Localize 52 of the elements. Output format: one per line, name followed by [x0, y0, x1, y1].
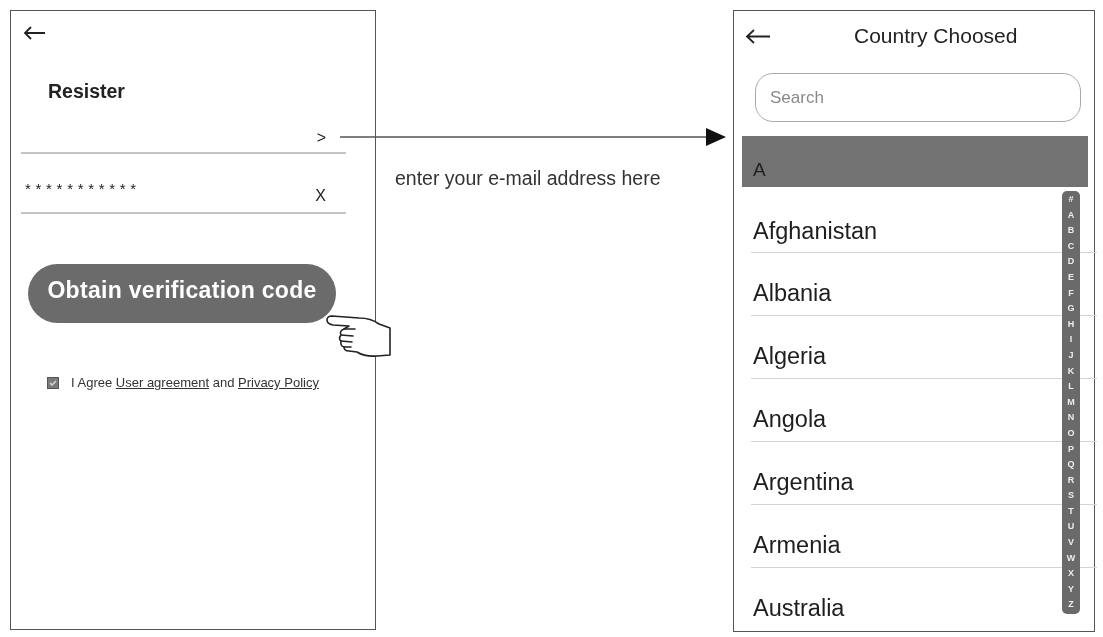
country-item[interactable]: Afghanistan: [753, 218, 878, 244]
index-letter[interactable]: Q: [1067, 457, 1075, 473]
search-field[interactable]: Search: [755, 73, 1081, 122]
screen-title: Country Choosed: [854, 23, 1018, 50]
index-letter[interactable]: G: [1067, 301, 1075, 317]
screen-title: Resister: [48, 80, 125, 103]
index-letter[interactable]: N: [1067, 410, 1075, 426]
agreement-text: I Agree User agreement and Privacy Policy: [71, 374, 319, 392]
index-letter[interactable]: H: [1067, 316, 1075, 333]
index-letter[interactable]: R: [1067, 472, 1075, 489]
country-item[interactable]: Albania: [753, 280, 832, 306]
alphabet-index-bar[interactable]: # A B C D E F G H I J K L M N O P Q R S T U V W X Y Z: [1062, 191, 1080, 614]
country-item[interactable]: Australia: [753, 595, 845, 621]
index-letter[interactable]: I: [1069, 332, 1073, 348]
section-header: A: [742, 136, 1088, 187]
index-letter[interactable]: K: [1067, 363, 1075, 380]
obtain-code-button[interactable]: Obtain verification code: [28, 264, 336, 323]
password-field[interactable]: *********** X: [21, 174, 346, 214]
email-field[interactable]: >: [21, 124, 346, 154]
index-letter[interactable]: #: [1068, 192, 1074, 208]
index-letter[interactable]: C: [1067, 238, 1075, 255]
index-letter[interactable]: E: [1068, 269, 1074, 286]
index-letter[interactable]: O: [1067, 425, 1075, 442]
index-letter[interactable]: S: [1068, 488, 1074, 504]
country-item[interactable]: Angola: [753, 406, 827, 432]
pointing-hand-icon: [325, 314, 391, 358]
country-item[interactable]: Argentina: [753, 469, 854, 495]
index-letter[interactable]: D: [1067, 254, 1075, 270]
index-letter[interactable]: F: [1068, 285, 1074, 302]
index-letter[interactable]: Z: [1068, 597, 1074, 614]
index-letter[interactable]: M: [1067, 394, 1075, 411]
country-item[interactable]: Armenia: [753, 532, 841, 558]
index-letter[interactable]: V: [1068, 535, 1074, 551]
index-letter[interactable]: T: [1068, 503, 1074, 520]
clear-button[interactable]: X: [315, 188, 326, 204]
index-letter[interactable]: U: [1067, 519, 1075, 536]
index-letter[interactable]: J: [1068, 347, 1074, 364]
back-arrow-icon[interactable]: [745, 28, 770, 44]
agreement-link[interactable]: User agreement: [115, 375, 210, 390]
agreement-link[interactable]: Privacy Policy: [238, 375, 319, 390]
annotation-text: enter your e-mail address here: [395, 166, 661, 191]
index-letter[interactable]: A: [1067, 207, 1075, 224]
index-letter[interactable]: L: [1068, 379, 1074, 395]
back-arrow-icon[interactable]: [23, 26, 45, 40]
checkbox[interactable]: [47, 376, 59, 389]
index-letter[interactable]: W: [1066, 550, 1076, 567]
index-letter[interactable]: P: [1068, 441, 1074, 458]
index-letter[interactable]: B: [1067, 223, 1075, 239]
country-item[interactable]: Algeria: [753, 343, 827, 369]
index-letter[interactable]: Y: [1068, 581, 1074, 598]
next-button[interactable]: >: [316, 130, 326, 146]
index-letter[interactable]: X: [1068, 566, 1074, 582]
